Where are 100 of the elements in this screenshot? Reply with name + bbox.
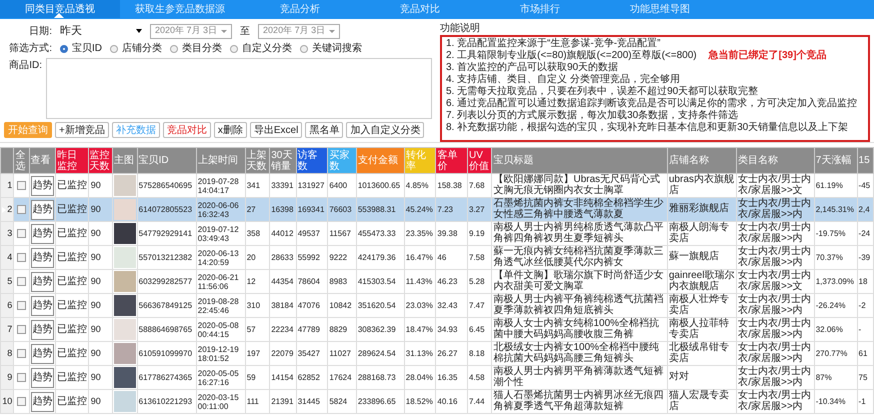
table-cell: 7.44 (468, 390, 492, 414)
trend-button[interactable]: 趋势 (30, 344, 54, 364)
note-line: 1. 竞品配置监控来源于“生意参谋-竞争-竞品配置” (446, 38, 660, 49)
row-checkbox[interactable] (16, 181, 26, 190)
toolbar-button[interactable]: +新增竞品 (55, 122, 109, 138)
note-line: 4. 支持店铺、类目、自定义 分类管理竞品，完全够用 (446, 74, 680, 85)
note-line: 2. 工具箱限制专业版(<=80)旗舰版(<=200)至尊版(<=800) (446, 50, 697, 62)
range-separator: 至 (239, 24, 252, 38)
row-number: 1 (0, 174, 14, 198)
column-header: 店铺名称 (667, 148, 737, 174)
toolbar-button[interactable]: 竞品对比 (162, 122, 211, 138)
trend-button[interactable]: 趋势 (30, 296, 54, 316)
tab[interactable]: 同类目竞品透视 (0, 0, 120, 18)
table-cell: 18.52% (404, 390, 436, 414)
product-id-input[interactable] (46, 58, 432, 119)
column-header: 上架时间 (196, 148, 246, 174)
photo-placeholder (114, 391, 136, 412)
note-line: 5. 无需每天拉取竞品，只要在列表中，误差不超过90天都可以获取完整 (446, 86, 758, 97)
table-cell: 31445 (296, 390, 328, 414)
photo-placeholder (114, 199, 136, 220)
row-number: 4 (0, 246, 14, 270)
row-number: 2 (0, 198, 14, 222)
column-header: 宝贝ID (137, 148, 196, 174)
photo-placeholder (114, 319, 136, 340)
table-cell: 40.16 (436, 390, 468, 414)
row-checkbox[interactable] (16, 397, 26, 406)
table-header-cell (0, 148, 14, 174)
toolbar-button[interactable]: x删除 (214, 122, 247, 138)
column-header: 类目名称 (736, 148, 814, 174)
row-checkbox[interactable] (16, 229, 26, 238)
photo-placeholder (114, 247, 136, 268)
table-cell: 233896.65 (356, 390, 404, 414)
trend-button[interactable]: 趋势 (30, 368, 54, 388)
table-cell: -1 (857, 390, 874, 414)
column-header: 转化率 (404, 148, 436, 174)
table-cell: 5824 (328, 390, 356, 414)
row-checkbox[interactable] (16, 373, 26, 382)
filter-mode-label: 筛选方式: (8, 42, 52, 56)
table-cell: 111 (245, 390, 270, 414)
table-cell: 已监控 (56, 390, 88, 414)
column-header: 30天销量 (270, 148, 296, 174)
row-checkbox[interactable] (16, 253, 26, 262)
trend-button[interactable]: 趋势 (30, 272, 54, 292)
column-header: 访客数 (296, 148, 328, 174)
column-header: 7天涨幅 (814, 148, 858, 174)
table-cell: 猫人石墨烯抗菌男士内裤男冰丝无痕四角裤夏季透气平角超薄款短裤 (492, 390, 668, 414)
row-checkbox[interactable] (16, 205, 26, 214)
notes-title: 功能说明 (440, 23, 481, 35)
trend-button[interactable]: 趋势 (30, 224, 54, 244)
photo-placeholder (114, 295, 136, 316)
table-cell: 613610221293 (137, 390, 196, 414)
bound-count-text: 急当前已绑定了[39]个竞品 (708, 50, 826, 62)
table-cell: 猫人宏晟专卖店 (667, 390, 737, 414)
row-checkbox[interactable] (16, 301, 26, 310)
row-number: 9 (0, 366, 14, 390)
radio-option[interactable]: 类目分类 (170, 41, 222, 56)
date-label: 日期: (28, 24, 52, 38)
note-line: 8. 补充数据功能，根据勾选的宝贝，实现补充昨日基本信息和更新30天销量信息以及上下架 (446, 122, 848, 133)
column-header: 宝贝标题 (492, 148, 668, 174)
row-checkbox[interactable] (16, 325, 26, 334)
column-header: 昨日监控 (56, 148, 88, 174)
toolbar-button[interactable]: 黑名单 (305, 122, 344, 138)
table-cell: 2020-03-15 00:11:00 (196, 390, 246, 414)
column-header: 上架天数 (245, 148, 270, 174)
trend-button[interactable]: 趋势 (30, 320, 54, 340)
radio-option[interactable]: 宝贝ID (60, 41, 102, 56)
radio-option[interactable]: 自定义分类 (230, 41, 292, 56)
row-checkbox[interactable] (16, 277, 26, 286)
table-cell: 90 (88, 390, 113, 414)
note-line: 3. 首次监控的产品可以获取90天的数据 (446, 62, 618, 73)
row-checkbox[interactable] (16, 349, 26, 358)
toolbar-button[interactable]: 加入自定义分类 (346, 122, 424, 138)
photo-placeholder (114, 223, 136, 244)
trend-button[interactable]: 趋势 (30, 200, 54, 220)
caret-icon (136, 29, 142, 33)
trend-button[interactable]: 趋势 (30, 392, 54, 412)
radio-option[interactable]: 关键词搜索 (300, 41, 362, 56)
note-line: 7. 列表以分页的方式展示数据，每次加载30条数据，支持条件筛选 (446, 110, 738, 121)
column-header: 买家数 (328, 148, 356, 174)
table-cell: 21391 (270, 390, 296, 414)
radio-option[interactable]: 店铺分类 (110, 41, 162, 56)
note-line: 6. 通过竞品配置可以通过数据追踪判断该竞品是否可以满足你的需求，方可决定加入竞品监控 (446, 98, 858, 109)
product-id-label: 商品ID: (8, 58, 42, 73)
caret-icon (221, 30, 228, 32)
row-number: 8 (0, 342, 14, 366)
date-picker[interactable]: 2020年 7月 3日 (258, 24, 340, 38)
trend-button[interactable]: 趋势 (30, 248, 54, 268)
caret-icon (329, 30, 336, 32)
column-header: UV价值 (468, 148, 492, 174)
row-number: 3 (0, 222, 14, 246)
photo-placeholder (114, 367, 136, 388)
table-cell: -10.34% (814, 390, 858, 414)
column-header: 全选 (14, 148, 30, 174)
trend-button[interactable]: 趋势 (30, 176, 54, 196)
column-header: 查看 (29, 148, 56, 174)
photo-placeholder (114, 343, 136, 364)
toolbar-button[interactable]: 导出Excel (250, 122, 302, 138)
column-header: 支付金额 (356, 148, 404, 174)
date-picker[interactable]: 2020年 7月 3日 (150, 24, 232, 38)
photo-placeholder (114, 271, 136, 292)
